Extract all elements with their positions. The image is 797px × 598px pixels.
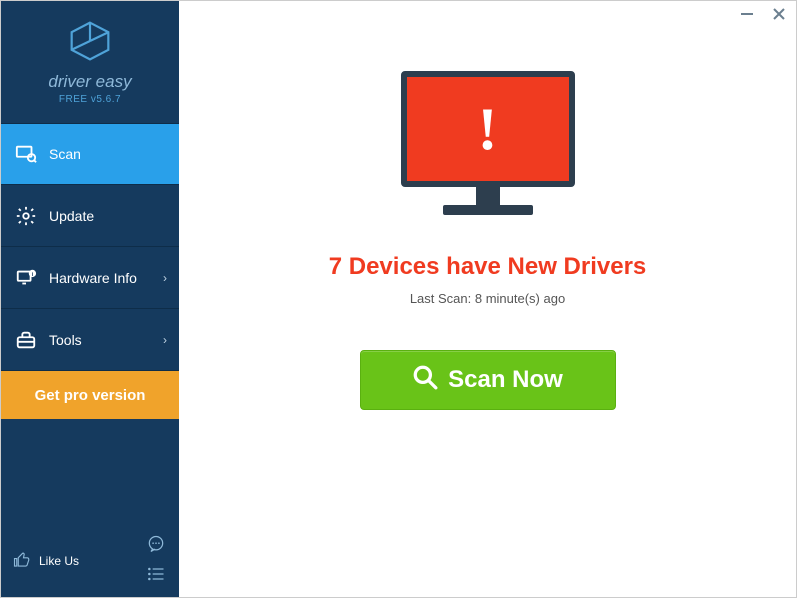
logo-area: driver easy FREE v5.6.7 — [1, 1, 179, 117]
nav-item-update[interactable]: Update — [1, 185, 179, 247]
search-icon — [412, 364, 438, 397]
sidebar-bottom: Like Us — [1, 525, 179, 597]
window-controls — [738, 5, 788, 23]
chat-bubble-icon — [146, 534, 166, 559]
sidebar-spacer — [1, 419, 179, 525]
brand-name: driver easy — [48, 72, 131, 92]
chevron-right-icon: › — [163, 333, 167, 347]
like-us-button[interactable]: Like Us — [13, 551, 79, 572]
thumbs-up-icon — [13, 551, 31, 572]
get-pro-label: Get pro version — [35, 387, 146, 404]
computer-info-icon: i — [15, 267, 37, 289]
last-scan-text: Last Scan: 8 minute(s) ago — [410, 291, 565, 306]
get-pro-button[interactable]: Get pro version — [1, 371, 179, 419]
gear-icon — [15, 205, 37, 227]
nav-item-hardware-info[interactable]: i Hardware Info › — [1, 247, 179, 309]
monitor-stand — [476, 187, 500, 205]
like-us-label: Like Us — [39, 554, 79, 568]
monitor-screen: ! — [401, 71, 575, 187]
monitor-base — [443, 205, 533, 215]
app-window: driver easy FREE v5.6.7 Scan Update i — [0, 0, 797, 598]
sidebar: driver easy FREE v5.6.7 Scan Update i — [1, 1, 179, 597]
scan-now-label: Scan Now — [448, 366, 563, 394]
exclamation-icon: ! — [478, 95, 498, 164]
feedback-button[interactable] — [145, 535, 167, 557]
status-headline: 7 Devices have New Drivers — [329, 253, 647, 281]
nav-item-tools[interactable]: Tools › — [1, 309, 179, 371]
menu-button[interactable] — [145, 565, 167, 587]
status-illustration: ! — [398, 71, 578, 231]
close-button[interactable] — [770, 5, 788, 23]
scan-now-button[interactable]: Scan Now — [360, 350, 616, 410]
brand-version: FREE v5.6.7 — [59, 94, 121, 105]
monitor-search-icon — [15, 143, 37, 165]
list-icon — [146, 564, 166, 589]
minimize-button[interactable] — [738, 5, 756, 23]
nav: Scan Update i Hardware Info › Tools — [1, 123, 179, 419]
cube-logo-icon — [68, 19, 112, 68]
chevron-right-icon: › — [163, 271, 167, 285]
nav-label: Tools — [49, 332, 82, 348]
nav-label: Update — [49, 208, 94, 224]
nav-item-scan[interactable]: Scan — [1, 123, 179, 185]
nav-label: Scan — [49, 146, 81, 162]
main-panel: ! 7 Devices have New Drivers Last Scan: … — [179, 1, 796, 597]
toolbox-icon — [15, 329, 37, 351]
nav-label: Hardware Info — [49, 270, 137, 286]
bottom-icons — [145, 535, 167, 587]
